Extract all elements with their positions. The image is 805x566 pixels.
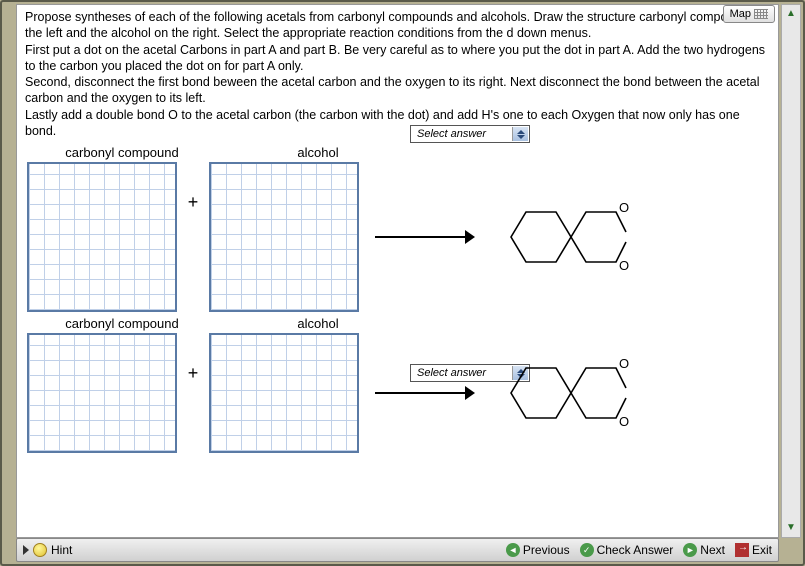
- map-icon: [754, 9, 768, 19]
- map-button[interactable]: Map: [723, 5, 775, 23]
- vertical-scrollbar[interactable]: ▲ ▼: [781, 4, 801, 538]
- select-placeholder: Select answer: [417, 367, 486, 379]
- oxygen-atom-label: O: [619, 356, 629, 371]
- hint-label: Hint: [51, 543, 72, 557]
- instruction-line-3: Second, disconnect the first bond beween…: [25, 74, 770, 107]
- problem-b: carbonyl compound alcohol Select answer …: [27, 316, 768, 453]
- problem-a: Select answer carbonyl compound alcohol …: [27, 145, 768, 312]
- alcohol-drawing-canvas-a[interactable]: [209, 162, 359, 312]
- check-label: Check Answer: [597, 543, 674, 557]
- hint-bulb-icon: [33, 543, 47, 557]
- plus-sign-b: +: [183, 363, 203, 384]
- expand-triangle-icon[interactable]: [23, 545, 29, 555]
- plus-sign-a: +: [183, 192, 203, 213]
- alcohol-label-b: alcohol: [243, 316, 393, 331]
- check-icon: ✓: [580, 543, 594, 557]
- product-molecule-b: O O: [491, 338, 631, 448]
- map-label: Map: [730, 8, 751, 20]
- reaction-arrow-b: [375, 383, 475, 403]
- oxygen-atom-label: O: [619, 200, 629, 215]
- instruction-line-4: Lastly add a double bond O to the acetal…: [25, 107, 770, 140]
- exit-label: Exit: [752, 543, 772, 557]
- carbonyl-drawing-canvas-b[interactable]: [27, 333, 177, 453]
- next-button[interactable]: ► Next: [683, 543, 725, 557]
- exit-icon: [735, 543, 749, 557]
- hint-button[interactable]: Hint: [51, 543, 72, 557]
- scroll-up-arrow-icon[interactable]: ▲: [784, 7, 798, 21]
- alcohol-label-a: alcohol: [243, 145, 393, 160]
- next-arrow-icon: ►: [683, 543, 697, 557]
- oxygen-atom-label: O: [619, 258, 629, 273]
- content-panel: Propose syntheses of each of the followi…: [16, 4, 779, 538]
- carbonyl-drawing-canvas-a[interactable]: [27, 162, 177, 312]
- carbonyl-label-a: carbonyl compound: [47, 145, 197, 160]
- carbonyl-label-b: carbonyl compound: [47, 316, 197, 331]
- bottom-toolbar: Hint ◄ Previous ✓ Check Answer ► Next Ex…: [16, 538, 779, 562]
- scroll-down-arrow-icon[interactable]: ▼: [784, 521, 798, 535]
- reaction-arrow-a: [375, 227, 475, 247]
- instructions-block: Propose syntheses of each of the followi…: [17, 5, 778, 145]
- instruction-line-2: First put a dot on the acetal Carbons in…: [25, 42, 770, 75]
- previous-button[interactable]: ◄ Previous: [506, 543, 570, 557]
- previous-arrow-icon: ◄: [506, 543, 520, 557]
- conditions-select-a[interactable]: Select answer: [410, 125, 530, 143]
- check-answer-button[interactable]: ✓ Check Answer: [580, 543, 674, 557]
- dropdown-arrows-icon: [512, 127, 528, 141]
- problems-container: Select answer carbonyl compound alcohol …: [17, 145, 778, 453]
- exit-button[interactable]: Exit: [735, 543, 772, 557]
- next-label: Next: [700, 543, 725, 557]
- alcohol-drawing-canvas-b[interactable]: [209, 333, 359, 453]
- oxygen-atom-label: O: [619, 414, 629, 429]
- previous-label: Previous: [523, 543, 570, 557]
- select-placeholder: Select answer: [417, 128, 486, 140]
- instruction-line-1: Propose syntheses of each of the followi…: [25, 9, 770, 42]
- app-frame: Propose syntheses of each of the followi…: [0, 0, 805, 566]
- product-molecule-a: O O: [491, 182, 631, 292]
